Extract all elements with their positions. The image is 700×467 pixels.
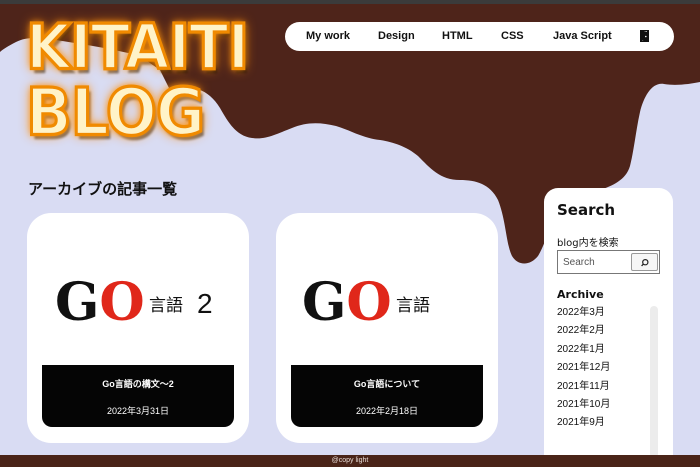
article-thumbnail: GO 言語 [276,273,498,333]
sidebar-search-title: Search [557,201,616,219]
archive-list: 2022年3月 2022年2月 2022年1月 2021年12月 2021年11… [557,304,610,433]
nav-item-css[interactable]: CSS [501,22,524,51]
thumbnail-number: 2 [197,288,213,319]
page-title: アーカイブの記事一覧 [28,180,178,198]
search-label: blog内を検索 [557,238,619,249]
search-input[interactable] [558,251,630,273]
thumbnail-subtitle: 言語 [149,296,183,316]
search-icon [641,258,649,267]
article-title[interactable]: Go言語の構文〜2 [42,377,234,390]
archive-item[interactable]: 2021年12月 [557,359,610,377]
archive-item[interactable]: 2021年9月 [557,414,610,432]
nav-item-my-work[interactable]: My work [306,22,350,51]
logo-line-2: BLOG [25,75,207,151]
main-nav: My work Design HTML CSS Java Script [285,22,674,51]
article-card[interactable]: GO 言語 Go言語について 2022年2月18日 [276,213,498,443]
thumbnail-subtitle: 言語 [396,296,430,316]
door-icon[interactable] [639,29,651,43]
nav-item-design[interactable]: Design [378,22,415,51]
archive-scrollbar[interactable] [650,306,658,458]
search-box [557,250,660,274]
logo-line-1: KITAITI [25,10,251,84]
thumbnail-go-logo: GO [55,272,145,333]
archive-item[interactable]: 2022年2月 [557,322,610,340]
thumbnail-go-logo: GO [302,272,392,333]
archive-item[interactable]: 2022年3月 [557,304,610,322]
footer: @copy light [0,455,700,467]
article-date: 2022年2月18日 [355,406,419,416]
archive-item[interactable]: 2022年1月 [557,341,610,359]
article-thumbnail: GO 言語 2 [27,273,249,333]
article-date: 2022年3月31日 [106,406,170,416]
article-card[interactable]: GO 言語 2 Go言語の構文〜2 2022年3月31日 [27,213,249,443]
nav-item-javascript[interactable]: Java Script [553,22,612,51]
archive-title: Archive [557,288,604,301]
archive-item[interactable]: 2021年10月 [557,396,610,414]
nav-item-html[interactable]: HTML [442,22,473,51]
article-info: Go言語の構文〜2 2022年3月31日 [42,365,234,427]
article-info: Go言語について 2022年2月18日 [291,365,483,427]
search-button[interactable] [631,253,658,271]
sidebar: Search blog内を検索 Archive 2022年3月 2022年2月 … [544,188,673,458]
site-logo[interactable]: KITAITI BLOG [25,10,251,151]
archive-item[interactable]: 2021年11月 [557,378,610,396]
article-title[interactable]: Go言語について [291,377,483,390]
